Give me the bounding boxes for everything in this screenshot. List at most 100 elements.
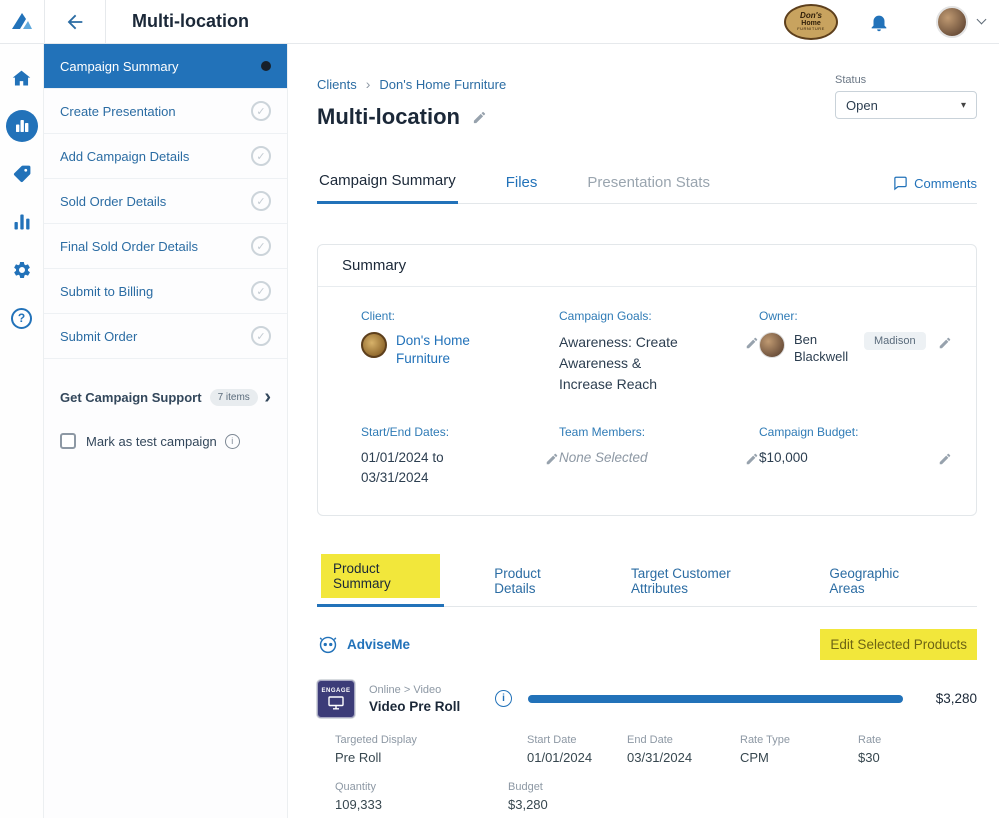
- support-items-badge: 7 items: [210, 389, 258, 406]
- support-label: Get Campaign Support: [60, 390, 202, 405]
- field-targeted-display: Targeted Display Pre Roll: [335, 734, 527, 765]
- tab-product-summary[interactable]: Product Summary: [317, 554, 444, 607]
- topbar-right: Don's Home FURNITURE: [784, 4, 999, 40]
- test-campaign-row: Mark as test campaign i: [44, 433, 287, 449]
- edit-dates-pencil-icon[interactable]: [545, 448, 559, 466]
- home-icon[interactable]: [0, 54, 43, 102]
- owner-office-badge: Madison: [864, 332, 926, 350]
- client-logo-text-1: Don's: [800, 12, 822, 20]
- product-info-icon[interactable]: i: [495, 690, 512, 707]
- adviseme-button[interactable]: AdviseMe: [317, 634, 410, 654]
- sidebar-item-label: Campaign Summary: [60, 59, 179, 74]
- edit-title-pencil-icon[interactable]: [472, 110, 487, 125]
- adviseme-row: AdviseMe Edit Selected Products: [317, 629, 977, 660]
- arrow-left-icon: [64, 11, 86, 33]
- budget-progress-bar: [528, 695, 903, 703]
- sidebar-item-submit-to-billing[interactable]: Submit to Billing ✓: [44, 269, 287, 314]
- edit-owner-pencil-icon[interactable]: [938, 332, 952, 350]
- get-campaign-support[interactable]: Get Campaign Support 7 items ›: [44, 387, 287, 407]
- status-select[interactable]: Open ▾: [835, 91, 977, 119]
- owner-name: Ben Blackwell: [794, 332, 856, 366]
- sidebar-item-label: Final Sold Order Details: [60, 239, 198, 254]
- summary-dates-cell: Start/End Dates: 01/01/2024 to 03/31/202…: [361, 425, 559, 489]
- edit-budget-pencil-icon[interactable]: [938, 448, 952, 466]
- tab-presentation-stats[interactable]: Presentation Stats: [585, 174, 712, 203]
- topbar: Multi-location Don's Home FURNITURE: [0, 0, 999, 44]
- summary-team-cell: Team Members: None Selected: [559, 425, 759, 489]
- breadcrumb-current[interactable]: Don's Home Furniture: [379, 77, 506, 92]
- client-logo-small: [361, 332, 387, 358]
- check-circle-icon: ✓: [251, 191, 271, 211]
- summary-goals-cell: Campaign Goals: Awareness: Create Awaren…: [559, 309, 759, 395]
- dates-label: Start/End Dates:: [361, 425, 559, 439]
- sidebar-item-final-sold-order-details[interactable]: Final Sold Order Details ✓: [44, 224, 287, 269]
- edit-goals-pencil-icon[interactable]: [745, 332, 759, 350]
- product-row-video-pre-roll: ENGAGE Online > Video Video Pre Roll i $…: [317, 680, 977, 812]
- sidebar-item-submit-order[interactable]: Submit Order ✓: [44, 314, 287, 359]
- sidebar-item-label: Submit to Billing: [60, 284, 153, 299]
- adviseme-label: AdviseMe: [347, 637, 410, 652]
- summary-budget-cell: Campaign Budget: $10,000: [759, 425, 952, 489]
- field-quantity: Quantity 109,333: [335, 781, 508, 812]
- user-menu-chevron-down-icon[interactable]: [977, 15, 987, 25]
- help-question-glyph: ?: [11, 308, 32, 329]
- main-content: Clients › Don's Home Furniture Multi-loc…: [288, 44, 999, 818]
- check-circle-icon: ✓: [251, 101, 271, 121]
- tab-files[interactable]: Files: [504, 174, 540, 203]
- campaigns-icon-active-circle: [6, 110, 38, 142]
- sidebar-item-label: Submit Order: [60, 329, 137, 344]
- tab-product-details[interactable]: Product Details: [490, 566, 581, 606]
- tags-icon[interactable]: [0, 150, 43, 198]
- client-link[interactable]: Don's Home Furniture: [396, 332, 506, 367]
- status-box: Status Open ▾: [835, 74, 977, 119]
- info-icon[interactable]: i: [225, 434, 240, 449]
- owner-avatar: [759, 332, 785, 358]
- page-title: Multi-location: [317, 104, 460, 130]
- product-name: Video Pre Roll: [369, 699, 481, 714]
- chevron-right-icon: ›: [264, 387, 271, 407]
- robot-icon: [317, 634, 339, 654]
- main-tabbar: Campaign Summary Files Presentation Stat…: [317, 172, 977, 204]
- dates-value: 01/01/2024 to 03/31/2024: [361, 448, 473, 489]
- team-value: None Selected: [559, 448, 648, 468]
- reports-chart-icon[interactable]: [0, 198, 43, 246]
- edit-selected-products-button[interactable]: Edit Selected Products: [820, 629, 977, 660]
- sidebar-item-campaign-summary[interactable]: Campaign Summary: [44, 44, 287, 89]
- summary-card: Summary Client: Don's Home Furniture Cam…: [317, 244, 977, 516]
- app-logo[interactable]: [0, 9, 44, 35]
- check-circle-icon: ✓: [251, 281, 271, 301]
- sidebar-item-label: Sold Order Details: [60, 194, 166, 209]
- settings-gear-icon[interactable]: [0, 246, 43, 294]
- product-tabbar: Product Summary Product Details Target C…: [317, 554, 977, 607]
- tab-campaign-summary[interactable]: Campaign Summary: [317, 172, 458, 204]
- goals-label: Campaign Goals:: [559, 309, 759, 323]
- tab-target-customer-attributes[interactable]: Target Customer Attributes: [627, 566, 779, 606]
- help-icon[interactable]: ?: [0, 294, 43, 342]
- client-logo-text-3: FURNITURE: [797, 27, 825, 31]
- summary-owner-cell: Owner: Ben Blackwell Madison: [759, 309, 952, 395]
- comments-button[interactable]: Comments: [893, 176, 977, 203]
- field-rate: Rate $30: [858, 734, 938, 765]
- breadcrumb-clients[interactable]: Clients: [317, 77, 357, 92]
- team-label: Team Members:: [559, 425, 759, 439]
- sidebar-item-label: Add Campaign Details: [60, 149, 189, 164]
- summary-client-cell: Client: Don's Home Furniture: [361, 309, 559, 395]
- test-campaign-checkbox[interactable]: [60, 433, 76, 449]
- goals-value: Awareness: Create Awareness & Increase R…: [559, 332, 691, 395]
- edit-team-pencil-icon[interactable]: [745, 448, 759, 466]
- tab-geographic-areas[interactable]: Geographic Areas: [825, 566, 931, 606]
- sidebar-item-add-campaign-details[interactable]: Add Campaign Details ✓: [44, 134, 287, 179]
- summary-heading: Summary: [318, 245, 976, 287]
- user-avatar[interactable]: [936, 6, 968, 38]
- app-logo-icon: [9, 9, 35, 35]
- status-value: Open: [846, 98, 878, 113]
- back-button[interactable]: [45, 11, 105, 33]
- comments-label: Comments: [914, 176, 977, 191]
- client-label: Client:: [361, 309, 559, 323]
- sidebar-item-create-presentation[interactable]: Create Presentation ✓: [44, 89, 287, 134]
- engage-product-badge: ENGAGE: [317, 680, 355, 718]
- sidebar-item-sold-order-details[interactable]: Sold Order Details ✓: [44, 179, 287, 224]
- campaigns-icon[interactable]: [0, 102, 43, 150]
- notifications-bell-icon[interactable]: [868, 11, 890, 33]
- field-end-date: End Date 03/31/2024: [627, 734, 740, 765]
